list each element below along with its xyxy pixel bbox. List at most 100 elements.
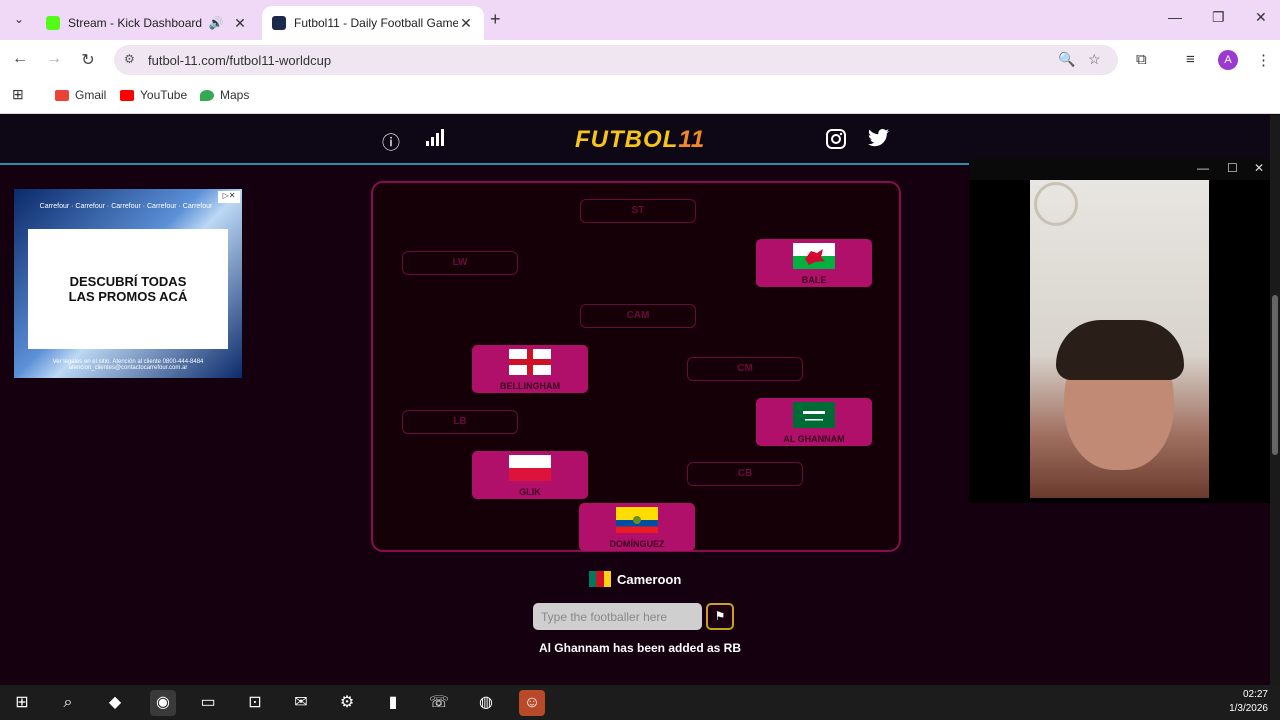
reload-icon[interactable]: ↻ bbox=[78, 50, 98, 70]
country-name: Cameroon bbox=[617, 571, 682, 587]
address-bar[interactable]: ⚙ futbol-11.com/futbol11-worldcup 🔍 ☆ bbox=[114, 45, 1118, 75]
give-up-flag-button[interactable]: ⚑ bbox=[706, 603, 734, 630]
logo-main: FUTBOL bbox=[575, 126, 679, 153]
extensions-icon[interactable]: ⧉ bbox=[1136, 51, 1147, 68]
player-name: Glik bbox=[519, 487, 541, 497]
webcam-minimize-icon[interactable]: — bbox=[1197, 161, 1209, 175]
slot-cm[interactable]: CM bbox=[687, 357, 803, 381]
footballer-search-input[interactable] bbox=[533, 603, 702, 630]
saudi-arabia-flag-icon bbox=[793, 402, 835, 428]
webcam-video bbox=[1030, 180, 1209, 498]
chrome-icon[interactable]: ◉ bbox=[150, 690, 176, 716]
instagram-icon[interactable] bbox=[826, 129, 846, 154]
ad-brand-strip: Carrefour · Carrefour · Carrefour · Carr… bbox=[39, 203, 213, 210]
site-info-icon[interactable]: ⚙ bbox=[124, 52, 135, 66]
tab-search-chevron-icon[interactable]: ⌄ bbox=[8, 8, 30, 30]
speaker-icon[interactable]: 🔊 bbox=[206, 16, 226, 30]
cameroon-flag-icon bbox=[589, 571, 611, 587]
system-clock[interactable]: 02:27 1/3/2026 bbox=[1229, 688, 1268, 716]
bookmarks-bar: ⊞ Gmail YouTube Maps bbox=[0, 80, 1280, 114]
bookmark-gmail[interactable]: Gmail bbox=[55, 88, 106, 102]
player-name: Al Ghannam bbox=[783, 434, 845, 444]
clock-date: 1/3/2026 bbox=[1229, 703, 1268, 714]
discord-icon[interactable]: ☺ bbox=[519, 690, 545, 716]
formation-pitch: ST LW Bale CAM Bellingham CM Al Ghannam … bbox=[371, 181, 901, 552]
player-card-rw: Bale bbox=[756, 239, 872, 287]
kick-favicon-icon bbox=[46, 16, 60, 30]
restore-icon[interactable]: ❐ bbox=[1212, 9, 1225, 26]
twitter-icon[interactable] bbox=[868, 129, 890, 152]
futbol11-logo[interactable]: FUTBOL11 bbox=[575, 126, 705, 154]
ad-content: DESCUBRÍ TODAS LAS PROMOS ACÁ bbox=[28, 229, 228, 349]
youtube-icon bbox=[120, 89, 134, 101]
mail-icon[interactable]: ✉ bbox=[288, 690, 314, 716]
person-hair-shape bbox=[1056, 320, 1184, 380]
player-name: Domínguez bbox=[609, 539, 665, 549]
webcam-close-icon[interactable]: ✕ bbox=[1254, 161, 1264, 175]
ad-headline: DESCUBRÍ TODAS LAS PROMOS ACÁ bbox=[68, 274, 188, 304]
slot-cam[interactable]: CAM bbox=[580, 304, 696, 328]
ecuador-flag-icon bbox=[616, 507, 658, 533]
minimize-icon[interactable]: — bbox=[1168, 9, 1182, 25]
tab-strip: ⌄ Stream - Kick Dashboard 🔊 ✕ Futbol11 -… bbox=[0, 0, 1280, 40]
status-message: Al Ghannam has been added as RB bbox=[538, 641, 742, 655]
page-scrollbar[interactable] bbox=[1270, 115, 1280, 685]
media-control-icon[interactable]: ≡ bbox=[1186, 51, 1195, 68]
forward-icon[interactable]: → bbox=[44, 50, 64, 68]
zoom-icon[interactable]: 🔍 bbox=[1058, 51, 1075, 68]
ad-choices-icon[interactable]: ▷✕ bbox=[218, 191, 240, 203]
bookmark-maps[interactable]: Maps bbox=[200, 88, 249, 102]
bookmark-label: YouTube bbox=[140, 88, 188, 102]
close-tab-icon[interactable]: ✕ bbox=[458, 15, 474, 32]
webcam-titlebar: — ☐ ✕ bbox=[969, 158, 1280, 180]
info-icon[interactable]: ⓘ bbox=[382, 129, 400, 155]
url-text: futbol-11.com/futbol11-worldcup bbox=[148, 53, 332, 68]
current-country: Cameroon bbox=[589, 571, 681, 587]
apps-grid-icon[interactable]: ⊞ bbox=[12, 86, 24, 103]
slot-lw[interactable]: LW bbox=[402, 251, 518, 275]
bookmark-label: Gmail bbox=[75, 88, 107, 102]
ad-legal: Ver legales en el sitio. Atención al cli… bbox=[52, 359, 204, 371]
carrefour-ad[interactable]: ▷✕ Carrefour · Carrefour · Carrefour · C… bbox=[14, 189, 242, 378]
player-card-lcm: Bellingham bbox=[472, 345, 588, 393]
slot-lb[interactable]: LB bbox=[402, 410, 518, 434]
file-explorer-icon[interactable]: ▭ bbox=[195, 690, 221, 716]
close-tab-icon[interactable]: ✕ bbox=[232, 15, 248, 32]
clock-time: 02:27 bbox=[1242, 689, 1268, 700]
profile-avatar[interactable]: A bbox=[1218, 50, 1238, 70]
tab-title: Futbol11 - Daily Football Game bbox=[294, 16, 458, 30]
player-card-lcb: Glik bbox=[472, 451, 588, 499]
tab-title: Stream - Kick Dashboard bbox=[68, 16, 203, 30]
slot-st[interactable]: ST bbox=[580, 199, 696, 223]
menu-kebab-icon[interactable]: ⋮ bbox=[1256, 51, 1271, 69]
bookmark-label: Maps bbox=[220, 88, 250, 102]
player-name: Bellingham bbox=[500, 381, 560, 391]
bookmark-youtube[interactable]: YouTube bbox=[120, 88, 187, 102]
futbol11-favicon-icon bbox=[272, 16, 286, 30]
tab-kick-dashboard[interactable]: Stream - Kick Dashboard 🔊 ✕ bbox=[36, 6, 258, 40]
scroll-thumb[interactable] bbox=[1272, 295, 1278, 455]
poland-flag-icon bbox=[509, 455, 551, 481]
whatsapp-icon[interactable]: ☏ bbox=[426, 690, 452, 716]
player-card-rb: Al Ghannam bbox=[756, 398, 872, 446]
player-name: Bale bbox=[801, 275, 827, 285]
bookmark-star-icon[interactable]: ☆ bbox=[1088, 51, 1101, 68]
search-icon[interactable]: ⌕ bbox=[55, 690, 81, 716]
obs-icon[interactable]: ◍ bbox=[473, 690, 499, 716]
wales-flag-icon bbox=[793, 243, 835, 269]
maps-pin-icon bbox=[200, 89, 214, 101]
start-icon[interactable]: ⊞ bbox=[9, 690, 35, 716]
stats-icon[interactable] bbox=[425, 129, 445, 152]
windows-taskbar: ⊞ ⌕ ◆ ◉ ▭ ⊡ ✉ ⚙ ▮ ☏ ◍ ☺ 02:27 1/3/2026 bbox=[0, 685, 1280, 720]
streaming-app-icon[interactable]: ▮ bbox=[380, 690, 406, 716]
copilot-icon[interactable]: ◆ bbox=[102, 690, 128, 716]
store-icon[interactable]: ⊡ bbox=[242, 690, 268, 716]
close-window-icon[interactable]: ✕ bbox=[1255, 9, 1267, 26]
back-icon[interactable]: ← bbox=[10, 50, 30, 68]
new-tab-button[interactable]: + bbox=[490, 9, 501, 30]
slot-cb[interactable]: CB bbox=[687, 462, 803, 486]
settings-icon[interactable]: ⚙ bbox=[334, 690, 360, 716]
webcam-maximize-icon[interactable]: ☐ bbox=[1227, 161, 1238, 175]
logo-accent: 11 bbox=[678, 126, 706, 153]
tab-futbol11[interactable]: Futbol11 - Daily Football Game ✕ bbox=[262, 6, 484, 40]
